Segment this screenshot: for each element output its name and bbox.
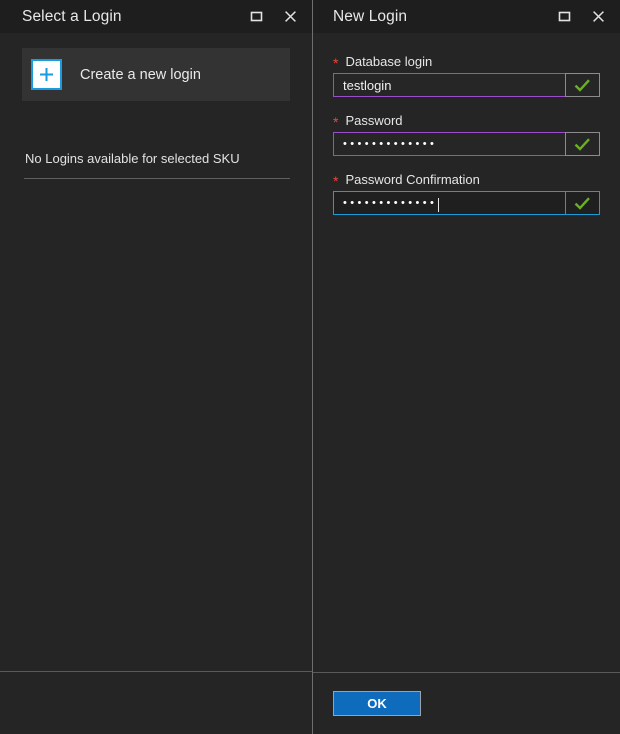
valid-check-icon <box>574 196 591 211</box>
field-password-confirmation-label: Password Confirmation <box>345 173 479 186</box>
left-panel-window-controls <box>242 4 304 30</box>
password-confirmation-input[interactable]: ••••••••••••• <box>333 191 600 215</box>
left-panel-footer <box>0 671 312 734</box>
database-login-input[interactable]: testlogin <box>333 73 600 97</box>
field-database-login: * Database login testlogin <box>333 54 600 97</box>
valid-check-icon <box>574 78 591 93</box>
database-login-validation <box>565 73 600 97</box>
select-a-login-panel: Select a Login <box>0 0 313 734</box>
left-panel-divider <box>24 178 290 179</box>
field-password-label-row: * Password <box>333 113 600 127</box>
create-a-new-login-label: Create a new login <box>80 67 201 83</box>
password-input[interactable]: ••••••••••••• <box>333 132 600 156</box>
database-login-input-wrap: testlogin <box>333 73 600 97</box>
required-marker-icon: * <box>333 115 338 129</box>
left-panel-titlebar: Select a Login <box>0 0 312 33</box>
right-restore-button[interactable] <box>550 4 578 30</box>
password-validation <box>565 132 600 156</box>
right-panel-title: New Login <box>333 8 550 26</box>
field-password-confirmation-label-row: * Password Confirmation <box>333 172 600 186</box>
password-input-wrap: ••••••••••••• <box>333 132 600 156</box>
field-password-label: Password <box>345 114 402 127</box>
right-panel-window-controls <box>550 4 612 30</box>
left-panel-title: Select a Login <box>22 8 242 26</box>
valid-check-icon <box>574 137 591 152</box>
field-database-login-label: Database login <box>345 55 432 68</box>
left-panel-body: Create a new login No Logins available f… <box>0 33 312 671</box>
password-confirmation-value: ••••••••••••• <box>343 197 437 209</box>
database-login-value: testlogin <box>343 78 391 93</box>
login-dialog-window: Select a Login <box>0 0 620 734</box>
left-restore-button[interactable] <box>242 4 270 30</box>
text-caret <box>438 198 439 212</box>
field-password-confirmation: * Password Confirmation ••••••••••••• <box>333 172 600 215</box>
password-value: ••••••••••••• <box>343 138 437 150</box>
new-login-panel: New Login * Database logi <box>313 0 620 734</box>
plus-icon <box>31 59 62 90</box>
right-panel-titlebar: New Login <box>313 0 620 33</box>
password-confirmation-input-wrap: ••••••••••••• <box>333 191 600 215</box>
new-login-footer: OK <box>313 672 620 734</box>
create-a-new-login-row[interactable]: Create a new login <box>22 48 290 101</box>
field-database-login-label-row: * Database login <box>333 54 600 68</box>
left-close-button[interactable] <box>276 4 304 30</box>
password-confirmation-validation <box>565 191 600 215</box>
field-password: * Password ••••••••••••• <box>333 113 600 156</box>
new-login-form: * Database login testlogin <box>313 33 620 672</box>
ok-button[interactable]: OK <box>333 691 421 716</box>
no-logins-message: No Logins available for selected SKU <box>25 151 240 166</box>
required-marker-icon: * <box>333 56 338 70</box>
right-close-button[interactable] <box>584 4 612 30</box>
required-marker-icon: * <box>333 174 338 188</box>
